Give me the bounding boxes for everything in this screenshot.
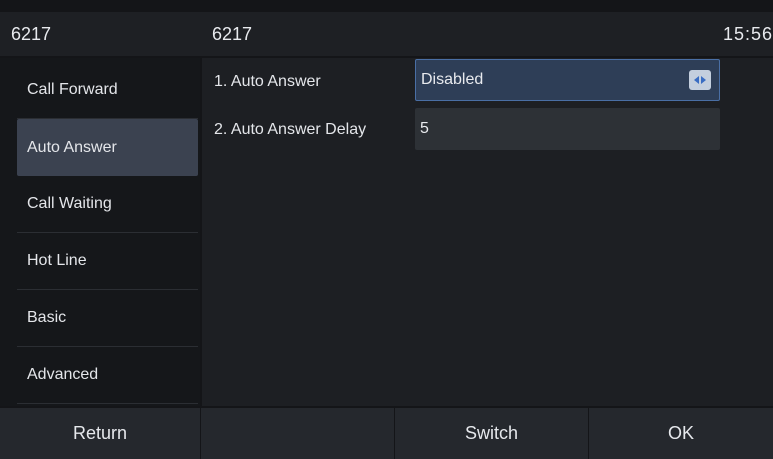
auto-answer-value: Disabled <box>421 71 484 88</box>
clock: 15:56 <box>722 24 773 44</box>
left-right-arrows-icon[interactable] <box>689 70 711 90</box>
auto-answer-delay-value: 5 <box>420 120 429 137</box>
sidebar-item-label: Basic <box>27 309 67 326</box>
sidebar-item-label: Auto Answer <box>27 138 117 156</box>
sidebar: Call Forward Auto Answer Call Waiting Ho… <box>0 58 200 406</box>
softkey-bar: Return Switch OK <box>0 408 773 459</box>
empty-softkey <box>201 408 395 459</box>
sidebar-item-label: Call Forward <box>27 81 118 98</box>
sidebar-item-label: Hot Line <box>27 252 87 269</box>
sidebar-item-hot-line[interactable]: Hot Line <box>17 233 198 290</box>
sidebar-item-auto-answer[interactable]: Auto Answer <box>17 119 198 176</box>
switch-softkey[interactable]: Switch <box>395 408 589 459</box>
return-softkey[interactable]: Return <box>0 408 201 459</box>
phone-screen: 6217 6217 15:56 Call Forward Auto Answer… <box>0 0 773 459</box>
sidebar-item-label: Call Waiting <box>27 195 112 212</box>
settings-panel: 1. Auto Answer Disabled 2. Auto Answer D… <box>202 58 773 406</box>
sidebar-item-advanced[interactable]: Advanced <box>17 347 198 404</box>
auto-answer-delay-label: 2. Auto Answer Delay <box>214 121 367 138</box>
ok-softkey[interactable]: OK <box>589 408 773 459</box>
sidebar-item-label: Advanced <box>27 366 99 383</box>
page-title: 6217 <box>212 24 253 44</box>
auto-answer-label: 1. Auto Answer <box>214 73 321 90</box>
status-bar: 6217 6217 15:56 <box>0 12 773 56</box>
sidebar-item-call-waiting[interactable]: Call Waiting <box>17 176 198 233</box>
auto-answer-selector[interactable]: Disabled <box>415 59 720 101</box>
sidebar-item-basic[interactable]: Basic <box>17 290 198 347</box>
auto-answer-delay-input[interactable]: 5 <box>415 108 720 150</box>
account-label: 6217 <box>11 24 52 44</box>
sidebar-item-call-forward[interactable]: Call Forward <box>17 62 198 119</box>
